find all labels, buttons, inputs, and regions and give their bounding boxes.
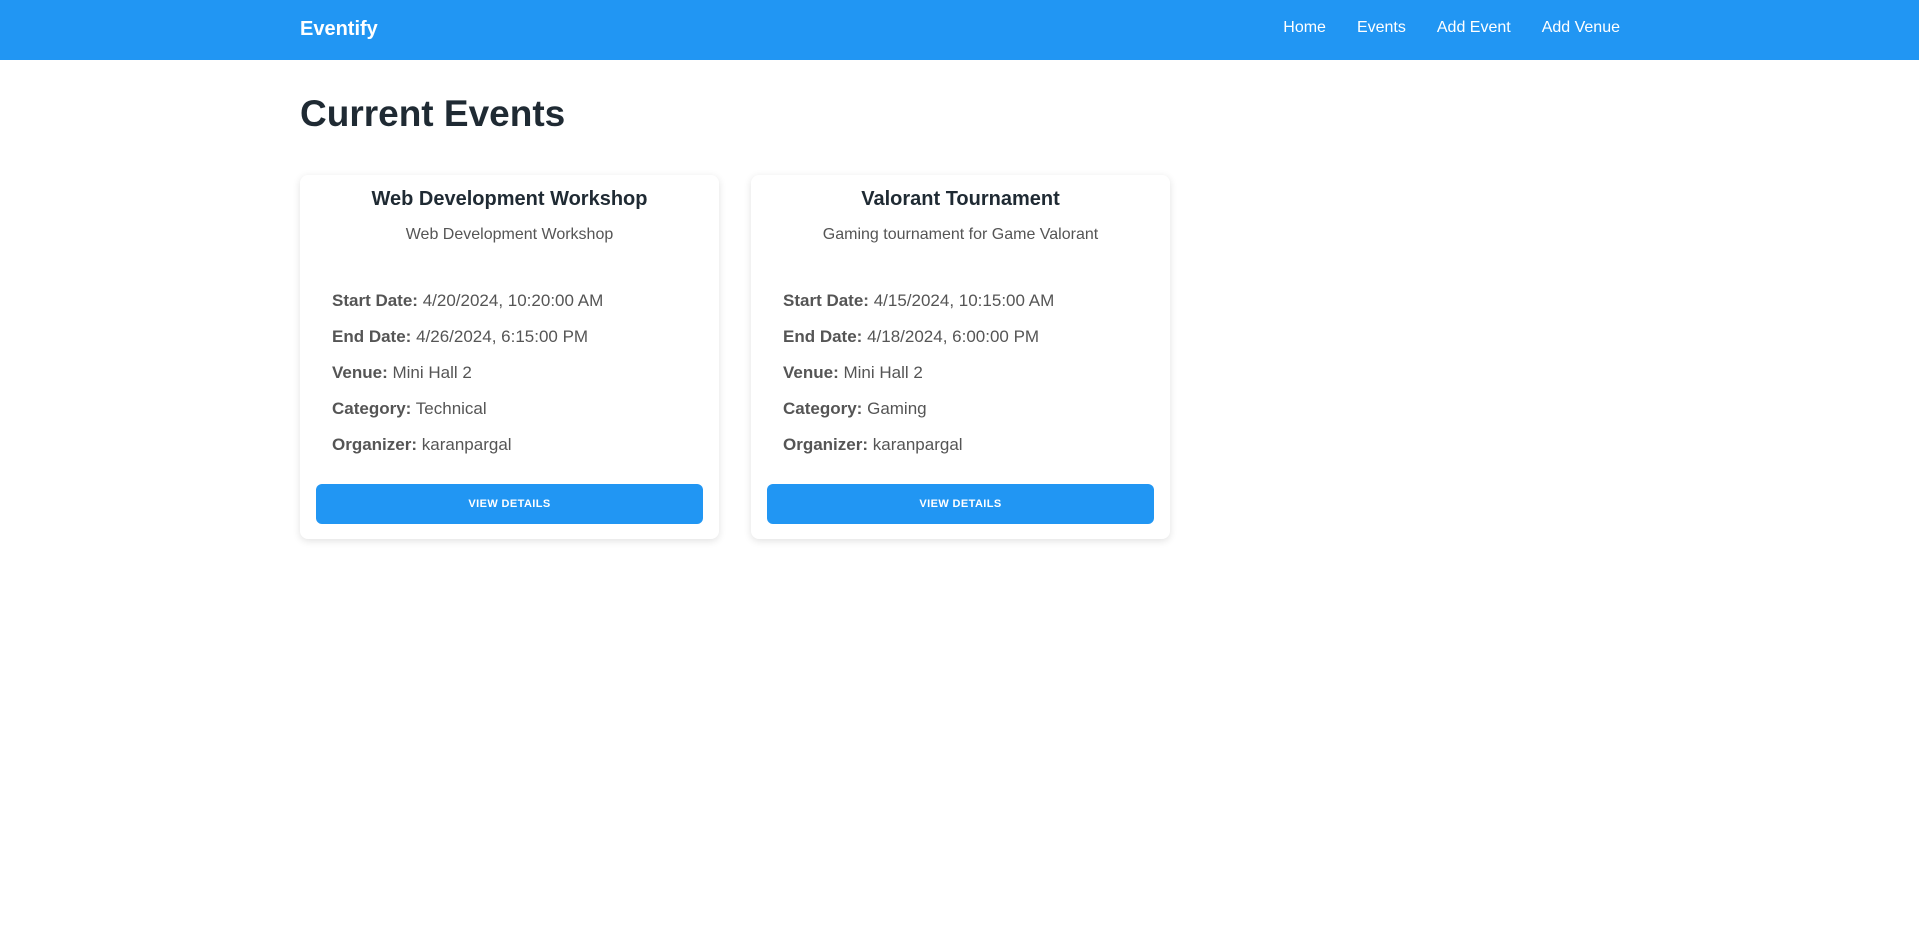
category-value: Technical xyxy=(415,399,487,418)
event-details: Start Date: 4/15/2024, 10:15:00 AM End D… xyxy=(783,283,1054,463)
nav-link-add-venue[interactable]: Add Venue xyxy=(1542,19,1620,37)
organizer-label: Organizer: xyxy=(332,435,418,454)
event-end-date: End Date: 4/18/2024, 6:00:00 PM xyxy=(783,319,1054,355)
event-title: Web Development Workshop xyxy=(371,188,648,210)
end-date-value: 4/18/2024, 6:00:00 PM xyxy=(867,327,1040,346)
event-start-date: Start Date: 4/20/2024, 10:20:00 AM xyxy=(332,283,603,319)
start-date-label: Start Date: xyxy=(332,291,418,310)
start-date-label: Start Date: xyxy=(783,291,869,310)
start-date-value: 4/15/2024, 10:15:00 AM xyxy=(873,291,1055,310)
event-card: Web Development Workshop Web Development… xyxy=(300,175,719,539)
organizer-value: karanpargal xyxy=(872,435,963,454)
venue-value: Mini Hall 2 xyxy=(843,363,923,382)
category-label: Category: xyxy=(783,399,863,418)
event-card: Valorant Tournament Gaming tournament fo… xyxy=(751,175,1170,539)
end-date-label: End Date: xyxy=(332,327,412,346)
nav-link-add-event[interactable]: Add Event xyxy=(1437,19,1511,37)
event-details: Start Date: 4/20/2024, 10:20:00 AM End D… xyxy=(332,283,603,463)
start-date-value: 4/20/2024, 10:20:00 AM xyxy=(422,291,604,310)
venue-value: Mini Hall 2 xyxy=(392,363,472,382)
nav-links: Home Events Add Event Add Venue xyxy=(1283,19,1620,37)
end-date-label: End Date: xyxy=(783,327,863,346)
event-venue: Venue: Mini Hall 2 xyxy=(332,355,603,391)
nav-link-events[interactable]: Events xyxy=(1357,19,1406,37)
navbar: Eventify Home Events Add Event Add Venue xyxy=(0,0,1919,60)
event-organizer: Organizer: karanpargal xyxy=(783,427,1054,463)
event-end-date: End Date: 4/26/2024, 6:15:00 PM xyxy=(332,319,603,355)
brand-logo[interactable]: Eventify xyxy=(300,18,378,41)
nav-link-home[interactable]: Home xyxy=(1283,19,1326,37)
event-description: Gaming tournament for Game Valorant xyxy=(822,226,1099,243)
category-label: Category: xyxy=(332,399,412,418)
view-details-button[interactable]: VIEW DETAILS xyxy=(767,484,1154,524)
category-value: Gaming xyxy=(867,399,927,418)
event-description: Web Development Workshop xyxy=(405,226,614,243)
event-cards: Web Development Workshop Web Development… xyxy=(300,175,1170,539)
view-details-button[interactable]: VIEW DETAILS xyxy=(316,484,703,524)
event-category: Category: Gaming xyxy=(783,391,1054,427)
event-venue: Venue: Mini Hall 2 xyxy=(783,355,1054,391)
organizer-label: Organizer: xyxy=(783,435,869,454)
venue-label: Venue: xyxy=(783,363,839,382)
end-date-value: 4/26/2024, 6:15:00 PM xyxy=(416,327,589,346)
venue-label: Venue: xyxy=(332,363,388,382)
event-title: Valorant Tournament xyxy=(861,188,1060,210)
event-category: Category: Technical xyxy=(332,391,603,427)
page-title: Current Events xyxy=(300,93,566,134)
organizer-value: karanpargal xyxy=(421,435,512,454)
event-start-date: Start Date: 4/15/2024, 10:15:00 AM xyxy=(783,283,1054,319)
event-organizer: Organizer: karanpargal xyxy=(332,427,603,463)
